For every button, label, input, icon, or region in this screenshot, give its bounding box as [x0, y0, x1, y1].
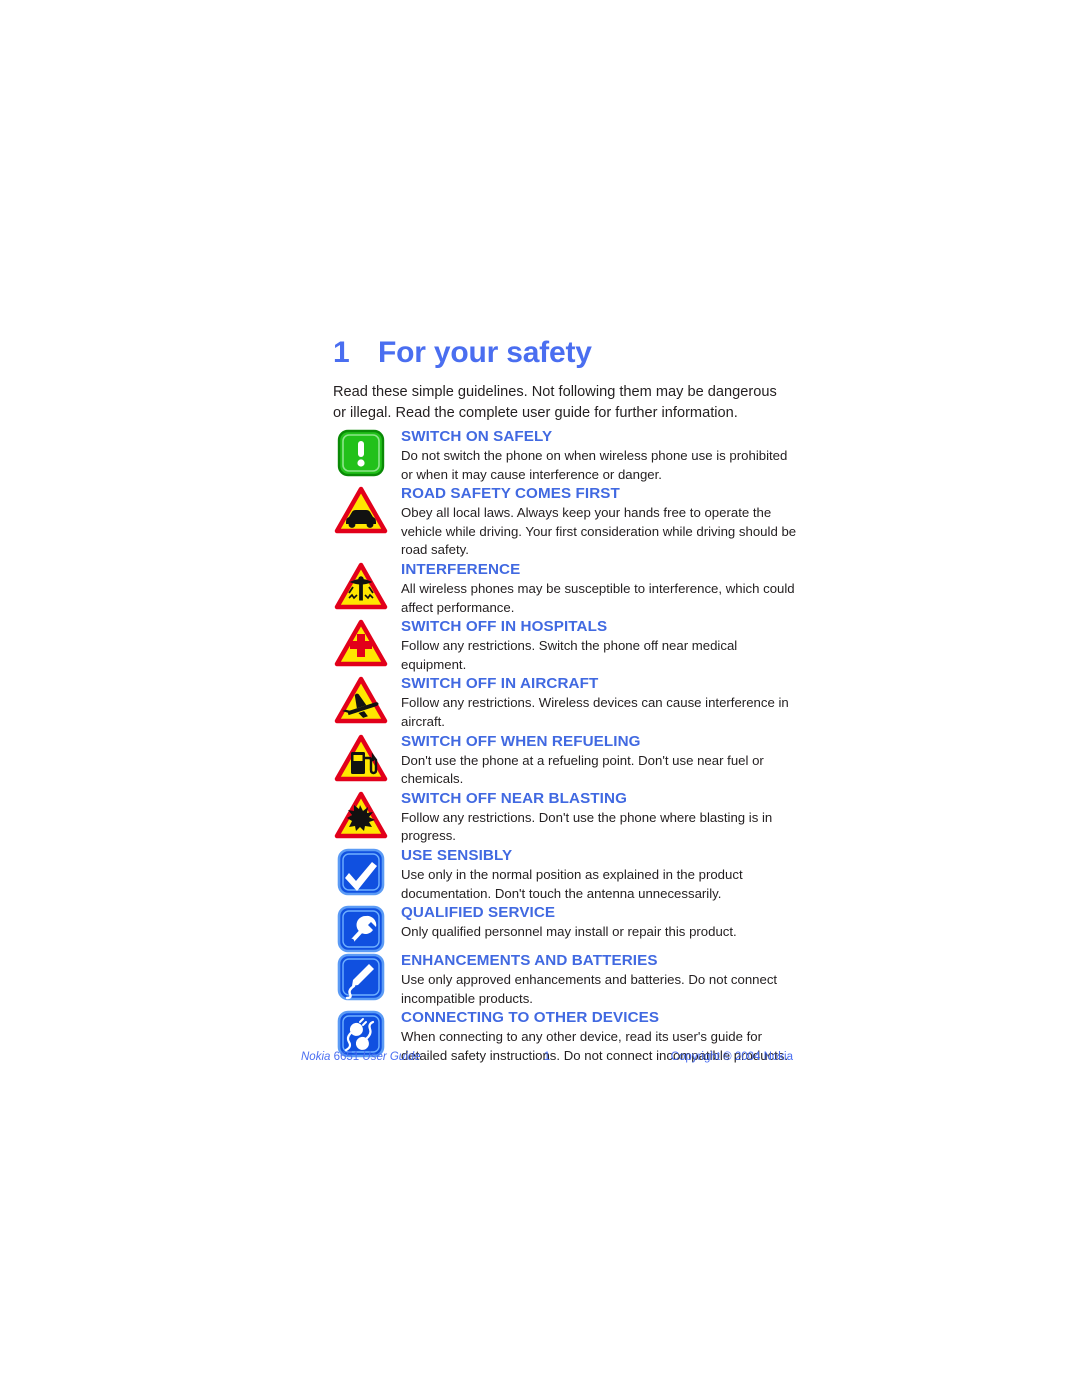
safety-heading: ROAD SAFETY COMES FIRST	[401, 485, 620, 503]
document-page: 1 For your safety Read these simple guid…	[0, 0, 1080, 1397]
safety-body: Do not switch the phone on when wireless…	[401, 448, 788, 482]
safety-body: Don't use the phone at a refueling point…	[401, 752, 764, 787]
safety-body: Follow any restrictions. Wireless device…	[401, 695, 789, 729]
safety-item: USE SENSIBLY Use only in the normal posi…	[333, 846, 793, 903]
safety-guidelines-list: SWITCH ON SAFELY Do not switch the phone…	[333, 427, 796, 1065]
safety-heading: USE SENSIBLY	[401, 846, 513, 864]
page-footer: Nokia 6651 User Guide 1 Copyright © 2004…	[301, 1051, 793, 1069]
use-sensibly-icon	[333, 848, 389, 898]
safety-heading: INTERFERENCE	[401, 560, 521, 578]
safety-item: QUALIFIED SERVICE Only qualified personn…	[333, 903, 793, 953]
safety-body: Follow any restrictions. Don't use the p…	[401, 809, 773, 844]
enhancements-batteries-icon	[333, 953, 389, 1003]
safety-heading: CONNECTING TO OTHER DEVICES	[401, 1009, 660, 1027]
road-safety-icon	[333, 486, 389, 536]
switch-off-aircraft-icon	[333, 676, 389, 726]
intro-paragraph: Read these simple guidelines. Not follow…	[333, 384, 777, 421]
safety-body: Use only in the normal position as expla…	[401, 866, 743, 901]
safety-item: SWITCH OFF IN AIRCRAFT Follow any restri…	[333, 674, 793, 731]
footer-copyright: Copyright © 2004 Nokia	[670, 1051, 793, 1063]
safety-heading: SWITCH OFF WHEN REFUELING	[401, 732, 641, 750]
safety-item: INTERFERENCE All wireless phones may be …	[333, 560, 795, 617]
switch-off-hospitals-icon	[333, 619, 389, 669]
safety-body: Obey all local laws. Always keep your ha…	[401, 505, 797, 558]
safety-heading: QUALIFIED SERVICE	[401, 904, 556, 922]
safety-item: ROAD SAFETY COMES FIRST Obey all local l…	[333, 484, 796, 560]
safety-body: Follow any restrictions. Switch the phon…	[401, 638, 738, 672]
page-title: 1 For your safety	[333, 335, 793, 371]
switch-off-blasting-icon	[333, 791, 389, 841]
qualified-service-icon	[333, 905, 389, 955]
safety-item: ENHANCEMENTS AND BATTERIES Use only appr…	[333, 951, 793, 1008]
switch-off-refueling-icon	[333, 734, 389, 784]
safety-heading: ENHANCEMENTS AND BATTERIES	[401, 952, 658, 970]
page-content: 1 For your safety Read these simple guid…	[333, 335, 796, 1065]
interference-icon	[333, 562, 389, 612]
safety-item: SWITCH OFF IN HOSPITALS Follow any restr…	[333, 617, 793, 674]
safety-heading: SWITCH OFF IN HOSPITALS	[401, 618, 608, 636]
chapter-number: 1	[333, 336, 350, 369]
safety-body: Only qualified personnel may install or …	[401, 924, 737, 940]
safety-item: SWITCH OFF WHEN REFUELING Don't use the …	[333, 732, 793, 789]
chapter-title-text: For your safety	[378, 336, 592, 369]
safety-item: SWITCH OFF NEAR BLASTING Follow any rest…	[333, 789, 793, 846]
safety-item: SWITCH ON SAFELY Do not switch the phone…	[333, 427, 793, 484]
safety-body: All wireless phones may be susceptible t…	[401, 580, 795, 615]
safety-heading: SWITCH ON SAFELY	[401, 428, 553, 445]
safety-heading: SWITCH OFF NEAR BLASTING	[401, 789, 627, 807]
safety-heading: SWITCH OFF IN AIRCRAFT	[401, 675, 599, 693]
safety-body: Use only approved enhancements and batte…	[401, 972, 778, 1006]
switch-on-safely-icon	[333, 429, 389, 479]
